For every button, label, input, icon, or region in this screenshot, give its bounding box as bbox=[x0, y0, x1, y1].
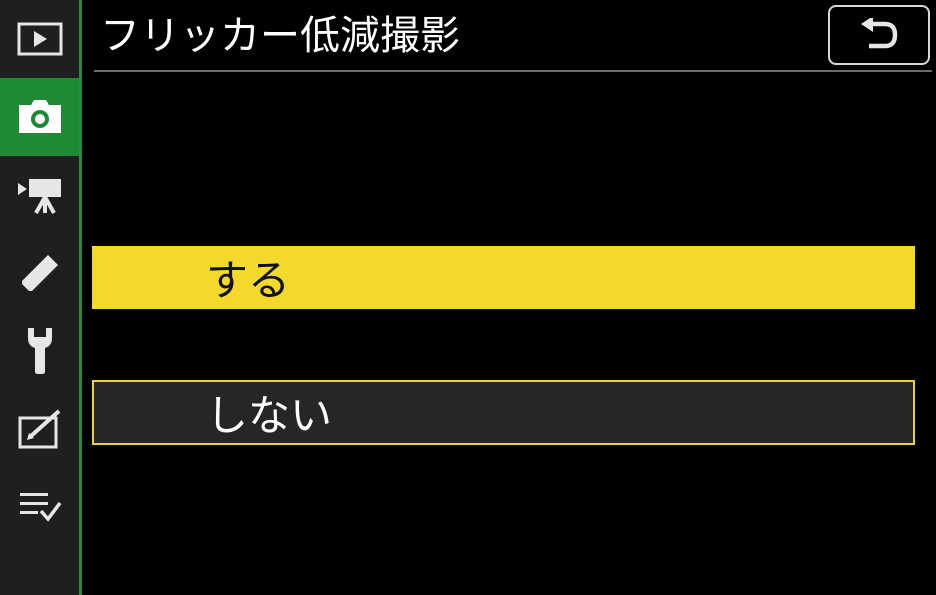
wrench-icon bbox=[27, 328, 52, 374]
sidebar-item-my-menu[interactable] bbox=[0, 468, 79, 546]
header-divider bbox=[94, 70, 932, 72]
return-arrow-icon bbox=[861, 18, 898, 49]
movie-camera-icon bbox=[17, 179, 61, 214]
sidebar-item-photo-shooting[interactable] bbox=[0, 78, 79, 156]
option-label: しない bbox=[206, 391, 333, 440]
playback-icon bbox=[17, 22, 62, 56]
sidebar-item-setup[interactable] bbox=[0, 312, 79, 390]
option-on[interactable]: する bbox=[92, 246, 915, 309]
page-title: フリッカー低減撮影 bbox=[100, 13, 460, 59]
back-button[interactable] bbox=[828, 5, 930, 65]
my-menu-icon bbox=[19, 493, 61, 522]
option-off[interactable]: しない bbox=[92, 380, 915, 445]
retouch-icon bbox=[18, 409, 60, 449]
sidebar-item-movie-shooting[interactable] bbox=[0, 156, 79, 234]
sidebar-item-retouch[interactable] bbox=[0, 390, 79, 468]
sidebar-item-playback[interactable] bbox=[0, 0, 79, 78]
camera-icon bbox=[18, 100, 61, 133]
option-label: する bbox=[206, 256, 291, 305]
sidebar-item-custom-settings[interactable] bbox=[0, 234, 79, 312]
pencil-icon bbox=[21, 255, 58, 291]
sidebar bbox=[0, 0, 82, 595]
